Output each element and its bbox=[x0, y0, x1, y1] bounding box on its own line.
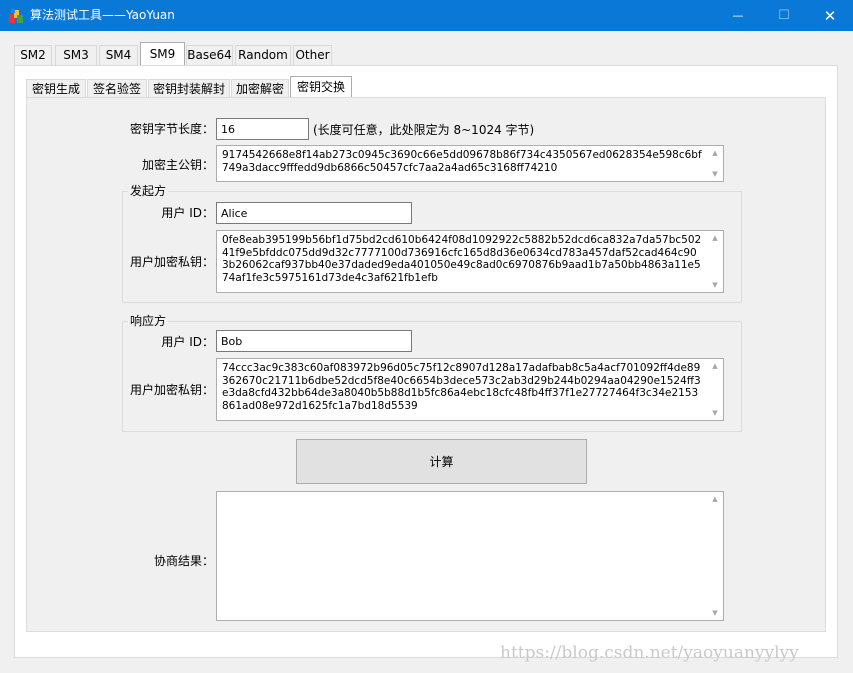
key-length-hint: (长度可任意，此处限定为 8~1024 字节) bbox=[313, 123, 535, 137]
scroll-up-arrow-icon[interactable]: ▲ bbox=[710, 361, 720, 371]
initiator-private-key-value: 0fe8eab395199b56bf1d75bd2cd610b6424f08d1… bbox=[222, 234, 702, 284]
tab-base64[interactable]: Base64 bbox=[186, 45, 233, 65]
initiator-private-key-label: 用户加密私钥： bbox=[129, 255, 214, 269]
window-title: 算法测试工具——YaoYuan bbox=[30, 8, 175, 22]
compute-button-label: 计算 bbox=[429, 455, 454, 469]
tab-other[interactable]: Other bbox=[293, 45, 332, 65]
title-bar[interactable]: 算法测试工具——YaoYuan — ☐ ✕ bbox=[0, 0, 853, 31]
initiator-user-id-label: 用户 ID： bbox=[161, 206, 214, 220]
close-button[interactable]: ✕ bbox=[807, 0, 853, 31]
tab-random[interactable]: Random bbox=[235, 45, 291, 65]
result-label: 协商结果： bbox=[153, 554, 214, 568]
tab-sm3[interactable]: SM3 bbox=[55, 45, 97, 65]
scroll-up-arrow-icon[interactable]: ▲ bbox=[710, 148, 720, 158]
key-length-input[interactable] bbox=[216, 118, 309, 140]
compute-button[interactable]: 计算 bbox=[296, 439, 587, 484]
app-icon bbox=[9, 9, 23, 23]
key-length-label: 密钥字节长度： bbox=[129, 122, 214, 136]
tab-sm2[interactable]: SM2 bbox=[14, 45, 52, 65]
initiator-private-key-textarea[interactable]: 0fe8eab395199b56bf1d75bd2cd610b6424f08d1… bbox=[216, 230, 724, 293]
initiator-group-title: 发起方 bbox=[128, 184, 169, 198]
tab-key-exchange[interactable]: 密钥交换 bbox=[290, 76, 352, 99]
tab-sign-verify[interactable]: 签名验签 bbox=[87, 79, 147, 99]
minimize-button[interactable]: — bbox=[715, 0, 761, 31]
master-pubkey-value: 9174542668e8f14ab273c0945c3690c66e5dd096… bbox=[222, 149, 702, 174]
watermark-text: https://blog.csdn.net/yaoyuanyylyy bbox=[500, 643, 799, 663]
scroll-up-arrow-icon[interactable]: ▲ bbox=[710, 494, 720, 504]
tab-key-generation[interactable]: 密钥生成 bbox=[26, 79, 86, 99]
scroll-down-arrow-icon[interactable]: ▼ bbox=[710, 608, 720, 618]
scroll-up-arrow-icon[interactable]: ▲ bbox=[710, 233, 720, 243]
scroll-down-arrow-icon[interactable]: ▼ bbox=[710, 280, 720, 290]
master-pubkey-textarea[interactable]: 9174542668e8f14ab273c0945c3690c66e5dd096… bbox=[216, 145, 724, 182]
tab-sm4[interactable]: SM4 bbox=[99, 45, 138, 65]
close-icon: ✕ bbox=[823, 6, 837, 25]
responder-private-key-label: 用户加密私钥： bbox=[129, 383, 214, 397]
responder-private-key-textarea[interactable]: 74ccc3ac9c383c60af083972b96d05c75f12c890… bbox=[216, 358, 724, 421]
responder-group-title: 响应方 bbox=[128, 314, 169, 328]
maximize-icon: ☐ bbox=[778, 8, 790, 23]
responder-user-id-input[interactable] bbox=[216, 330, 412, 352]
tab-sm9[interactable]: SM9 bbox=[140, 42, 185, 66]
tab-encrypt-decrypt[interactable]: 加密解密 bbox=[231, 79, 289, 99]
tab-key-encapsulation[interactable]: 密钥封装解封 bbox=[148, 79, 230, 99]
scroll-down-arrow-icon[interactable]: ▼ bbox=[710, 408, 720, 418]
responder-user-id-label: 用户 ID： bbox=[161, 335, 214, 349]
master-pubkey-label: 加密主公钥： bbox=[141, 158, 214, 172]
initiator-user-id-input[interactable] bbox=[216, 202, 412, 224]
minimize-icon: — bbox=[732, 9, 744, 22]
responder-private-key-value: 74ccc3ac9c383c60af083972b96d05c75f12c890… bbox=[222, 362, 701, 412]
maximize-button[interactable]: ☐ bbox=[761, 0, 807, 31]
result-textarea[interactable]: ▲ ▼ bbox=[216, 491, 724, 621]
scroll-down-arrow-icon[interactable]: ▼ bbox=[710, 169, 720, 179]
